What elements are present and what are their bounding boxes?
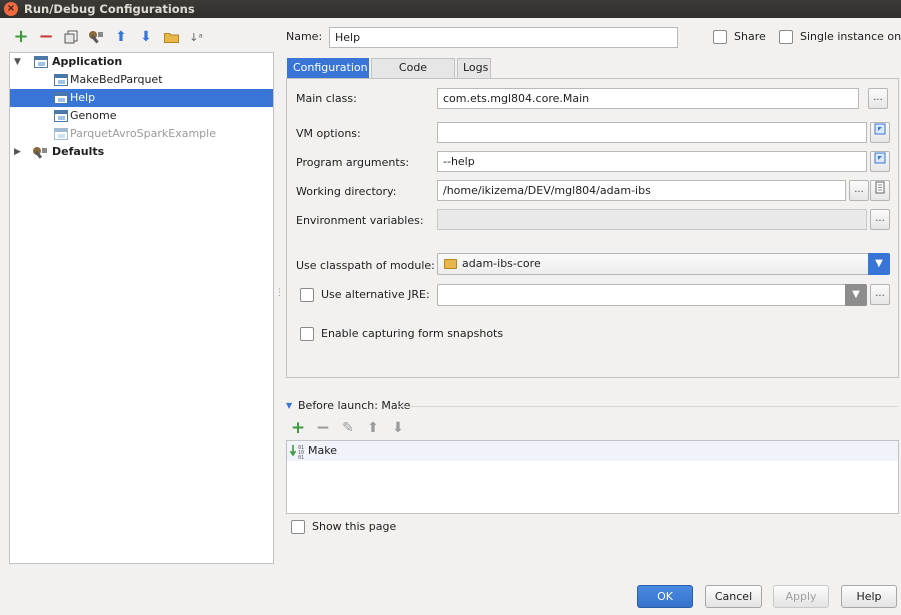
application-icon bbox=[54, 128, 68, 140]
application-icon bbox=[54, 110, 68, 122]
remove-configuration-button[interactable]: − bbox=[37, 28, 55, 46]
svg-text:01: 01 bbox=[298, 455, 304, 459]
add-task-button[interactable]: + bbox=[289, 419, 307, 437]
application-icon bbox=[54, 92, 68, 104]
list-item[interactable]: 01 10 01 Make bbox=[287, 441, 898, 461]
tree-item-label: ParquetAvroSparkExample bbox=[70, 127, 216, 140]
list-item-label: Make bbox=[308, 444, 337, 457]
cancel-button[interactable]: Cancel bbox=[705, 585, 762, 608]
section-divider bbox=[398, 406, 898, 407]
move-up-button[interactable]: ⬆ bbox=[112, 28, 130, 46]
alternative-jre-checkbox[interactable] bbox=[300, 288, 314, 302]
browse-jre-button[interactable]: ... bbox=[870, 284, 890, 305]
tree-item-makebedparquet[interactable]: MakeBedParquet bbox=[10, 71, 273, 89]
tree-node-label: Defaults bbox=[52, 145, 105, 158]
module-folder-icon bbox=[444, 259, 457, 269]
document-icon bbox=[875, 181, 885, 194]
vm-options-label: VM options: bbox=[296, 127, 361, 140]
name-label: Name: bbox=[286, 30, 323, 43]
sort-configurations-button[interactable]: ↓ᵃ bbox=[187, 28, 205, 46]
browse-working-directory-button[interactable]: ... bbox=[849, 180, 869, 201]
form-snapshots-label: Enable capturing form snapshots bbox=[321, 327, 504, 340]
before-launch-task-list[interactable]: 01 10 01 Make bbox=[286, 440, 899, 514]
wrench-icon bbox=[32, 146, 47, 159]
show-page-label: Show this page bbox=[312, 520, 397, 533]
window-title: Run/Debug Configurations bbox=[24, 2, 195, 16]
alternative-jre-label: Use alternative JRE: bbox=[321, 288, 430, 301]
expand-program-arguments-button[interactable] bbox=[870, 151, 890, 172]
move-task-up-button[interactable]: ⬆ bbox=[364, 419, 382, 437]
classpath-module-value: adam-ibs-core bbox=[462, 257, 541, 270]
before-launch-header[interactable]: Before launch: Make bbox=[298, 399, 410, 413]
program-arguments-input[interactable]: --help bbox=[437, 151, 867, 172]
classpath-module-label: Use classpath of module: bbox=[296, 259, 435, 272]
move-task-down-button[interactable]: ⬇ bbox=[389, 419, 407, 437]
tree-item-label: Genome bbox=[70, 109, 117, 122]
tab-configuration[interactable]: Configuration bbox=[287, 58, 369, 78]
dropdown-arrow-icon[interactable]: ▼ bbox=[868, 253, 890, 275]
tab-code-coverage[interactable]: Code Coverage bbox=[371, 58, 455, 92]
tree-item-label: Help bbox=[70, 91, 96, 104]
remove-task-button[interactable]: − bbox=[314, 419, 332, 437]
environment-variables-label: Environment variables: bbox=[296, 214, 424, 227]
show-page-checkbox[interactable] bbox=[291, 520, 305, 534]
edit-task-button[interactable]: ✎ bbox=[339, 419, 357, 437]
main-class-input[interactable]: com.ets.mgl804.core.Main bbox=[437, 88, 859, 109]
tree-node-label: Application bbox=[52, 55, 123, 68]
environment-variables-input[interactable] bbox=[437, 209, 867, 230]
tree-item-parquetavrosparkexample[interactable]: ParquetAvroSparkExample bbox=[10, 125, 273, 143]
tree-node-defaults[interactable]: ▶ Defaults bbox=[10, 143, 273, 161]
wrench-icon bbox=[89, 31, 103, 44]
expand-arrow-icon[interactable]: ▼ bbox=[14, 53, 21, 71]
working-directory-label: Working directory: bbox=[296, 185, 397, 198]
share-checkbox[interactable] bbox=[713, 30, 727, 44]
expand-vm-options-button[interactable] bbox=[870, 122, 890, 143]
expand-editor-icon bbox=[874, 123, 886, 135]
application-icon bbox=[54, 74, 68, 86]
copy-configuration-button[interactable] bbox=[62, 28, 80, 46]
single-instance-label: Single instance only bbox=[800, 30, 901, 43]
expand-editor-icon bbox=[874, 152, 886, 164]
configuration-tree[interactable]: ▼ Application MakeBedParquet Help Genome… bbox=[9, 52, 274, 564]
before-launch-toggle-icon[interactable]: ▼ bbox=[286, 399, 292, 413]
program-arguments-label: Program arguments: bbox=[296, 156, 410, 169]
name-input[interactable]: Help bbox=[329, 27, 678, 48]
create-folder-button[interactable] bbox=[162, 28, 180, 46]
title-bar: × Run/Debug Configurations bbox=[0, 0, 901, 18]
folder-icon bbox=[163, 33, 179, 43]
make-task-icon: 01 10 01 bbox=[289, 443, 306, 462]
tab-logs[interactable]: Logs bbox=[457, 58, 491, 78]
working-directory-input[interactable]: /home/ikizema/DEV/mgl804/adam-ibs bbox=[437, 180, 846, 201]
close-window-icon[interactable]: × bbox=[4, 2, 18, 16]
move-down-button[interactable]: ⬇ bbox=[137, 28, 155, 46]
main-class-label: Main class: bbox=[296, 92, 357, 105]
tree-node-application[interactable]: ▼ Application bbox=[10, 53, 273, 71]
apply-button[interactable]: Apply bbox=[773, 585, 829, 608]
vm-options-input[interactable] bbox=[437, 122, 867, 143]
add-configuration-button[interactable]: + bbox=[12, 28, 30, 46]
tree-item-genome[interactable]: Genome bbox=[10, 107, 273, 125]
splitter-handle[interactable]: ⋮ bbox=[275, 288, 284, 300]
collapse-arrow-icon[interactable]: ▶ bbox=[14, 143, 21, 161]
alternative-jre-select[interactable]: ▼ bbox=[437, 284, 867, 306]
browse-main-class-button[interactable]: ... bbox=[868, 88, 888, 109]
copy-icon bbox=[64, 30, 78, 44]
application-icon bbox=[34, 56, 48, 68]
help-button[interactable]: Help bbox=[841, 585, 897, 608]
insert-macro-button[interactable] bbox=[870, 180, 890, 201]
edit-defaults-button[interactable] bbox=[87, 28, 105, 46]
tree-item-help[interactable]: Help bbox=[10, 89, 273, 107]
dropdown-arrow-icon[interactable]: ▼ bbox=[845, 284, 867, 306]
edit-environment-variables-button[interactable]: ... bbox=[870, 209, 890, 230]
single-instance-checkbox[interactable] bbox=[779, 30, 793, 44]
form-snapshots-checkbox[interactable] bbox=[300, 327, 314, 341]
ok-button[interactable]: OK bbox=[637, 585, 693, 608]
tree-item-label: MakeBedParquet bbox=[70, 73, 163, 86]
classpath-module-select[interactable]: adam-ibs-core ▼ bbox=[437, 253, 890, 275]
share-label: Share bbox=[734, 30, 766, 43]
